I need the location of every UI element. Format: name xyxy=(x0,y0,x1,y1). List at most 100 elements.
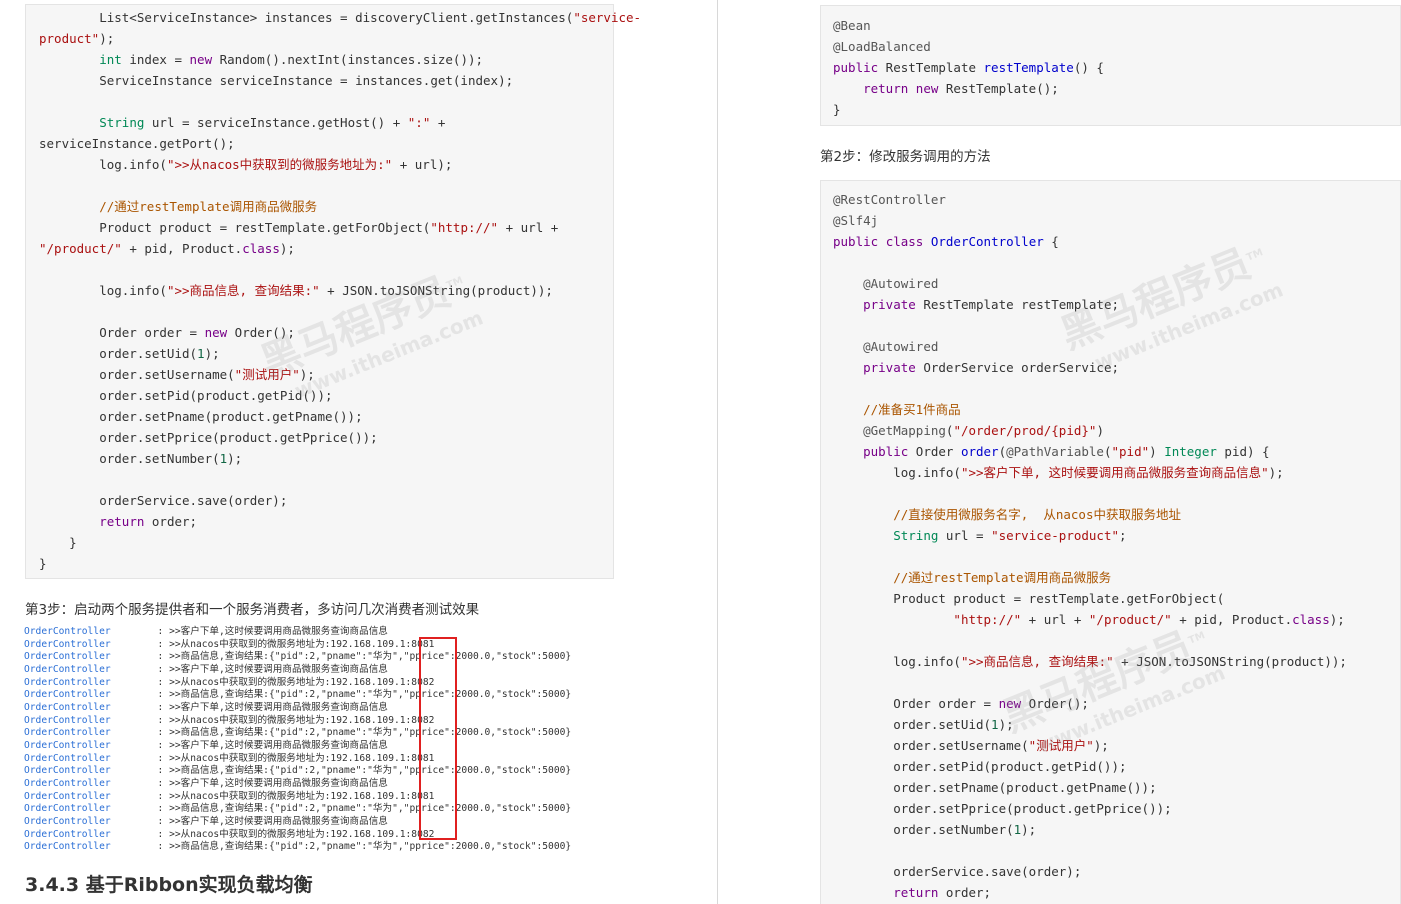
code-line: public class OrderController { xyxy=(833,231,1347,252)
code-token: ); xyxy=(1093,738,1109,753)
code-token: ">>商品信息, 查询结果:" xyxy=(166,283,320,298)
code-token: ( xyxy=(1103,444,1112,459)
code-token: { xyxy=(1043,234,1059,249)
code-token: public xyxy=(833,60,879,75)
code-token: log.info( xyxy=(39,157,167,172)
code-line: Product product = restTemplate.getForObj… xyxy=(833,588,1347,609)
code-token: order.setNumber( xyxy=(833,822,1014,837)
code-line: order.setNumber(1); xyxy=(39,448,641,469)
bean-code-text: @Bean @LoadBalanced public RestTemplate re… xyxy=(833,15,1104,120)
log-message: : >>从nacos中获取到的微服务地址为:192.168.109.1:8082 xyxy=(146,676,435,688)
code-line: public Order order(@PathVariable("pid") … xyxy=(833,441,1347,462)
code-line: orderService.save(order); xyxy=(39,490,641,511)
code-line: order.setPname(product.getPname()); xyxy=(833,777,1347,798)
code-token: Random().nextInt(instances.size()); xyxy=(212,52,484,67)
step3-text: 第3步：启动两个服务提供者和一个服务消费者，多访问几次消费者测试效果 xyxy=(25,602,480,618)
code-token: RestTemplate(); xyxy=(938,81,1059,96)
code-token: "/product/" xyxy=(39,241,122,256)
code-token: //直接使用微服务名字, 从nacos中获取服务地址 xyxy=(893,507,1181,522)
code-token: } xyxy=(833,102,841,117)
code-line: return order; xyxy=(39,511,641,532)
code-token: ); xyxy=(204,346,220,361)
code-token: ; xyxy=(1119,528,1127,543)
code-token: order.setPprice(product.getPprice()); xyxy=(833,801,1172,816)
code-line: return new RestTemplate(); xyxy=(833,78,1104,99)
code-token: } xyxy=(39,556,47,571)
log-logger-name: OrderController xyxy=(24,689,111,701)
code-line: @RestController xyxy=(833,189,1347,210)
code-token: ">>客户下单, 这时候要调用商品微服务查询商品信息" xyxy=(960,465,1269,480)
code-token: order.setPid(product.getPid()); xyxy=(833,759,1127,774)
code-line: Product product = restTemplate.getForObj… xyxy=(39,217,641,238)
code-token: "http://" xyxy=(430,220,499,235)
code-token: ); xyxy=(1021,822,1037,837)
code-line: order.setNumber(1); xyxy=(833,819,1347,840)
log-message: : >>从nacos中获取到的微服务地址为:192.168.109.1:8081 xyxy=(146,790,435,802)
code-token: "/order/prod/{pid}" xyxy=(953,423,1097,438)
code-line: @Bean xyxy=(833,15,1104,36)
code-token: Order order = xyxy=(39,325,205,340)
code-token: @Bean xyxy=(833,18,871,33)
code-line: serviceInstance.getPort(); xyxy=(39,133,641,154)
code-token: new xyxy=(204,325,228,340)
code-token: orderService.save(order); xyxy=(39,493,288,508)
code-line: //直接使用微服务名字, 从nacos中获取服务地址 xyxy=(833,504,1347,525)
log-logger-name: OrderController xyxy=(24,841,111,853)
log-line: OrderController : >>客户下单,这时候要调用商品微服务查询商品… xyxy=(24,816,571,829)
code-line: order.setPname(product.getPname()); xyxy=(39,406,641,427)
console-log-output: OrderController : >>客户下单,这时候要调用商品微服务查询商品… xyxy=(24,626,571,854)
log-message: : >>客户下单,这时候要调用商品微服务查询商品信息 xyxy=(146,626,388,637)
code-token: + url); xyxy=(392,157,453,172)
log-message: : >>商品信息,查询结果:{"pid":2,"pname":"华为","ppr… xyxy=(146,765,572,777)
code-token: } xyxy=(39,535,77,550)
code-token: order.setPname(product.getPname()); xyxy=(833,780,1157,795)
log-logger-name: OrderController xyxy=(24,626,111,637)
log-line: OrderController : >>商品信息,查询结果:{"pid":2,"… xyxy=(24,651,571,664)
code-token: order.setUsername( xyxy=(39,367,235,382)
code-token: class xyxy=(1292,612,1330,627)
code-token: log.info( xyxy=(833,654,961,669)
log-logger-name: OrderController xyxy=(24,828,111,840)
code-token: return xyxy=(893,885,939,900)
log-line: OrderController : >>商品信息,查询结果:{"pid":2,"… xyxy=(24,689,571,702)
code-token: order.setUsername( xyxy=(833,738,1029,753)
code-line: @LoadBalanced xyxy=(833,36,1104,57)
code-token: ":" xyxy=(407,115,431,130)
code-token: Integer xyxy=(1164,444,1217,459)
code-token: //通过restTemplate调用商品微服务 xyxy=(893,570,1112,585)
log-line: OrderController : >>客户下单,这时候要调用商品微服务查询商品… xyxy=(24,702,571,715)
log-logger-name: OrderController xyxy=(24,701,111,713)
code-token: "service- xyxy=(573,10,642,25)
code-token: ) xyxy=(1096,423,1104,438)
log-message: : >>从nacos中获取到的微服务地址为:192.168.109.1:8081 xyxy=(146,638,435,650)
code-token: int xyxy=(99,52,122,67)
code-line: } xyxy=(39,553,641,574)
code-line: //准备买1件商品 xyxy=(833,399,1347,420)
code-token: ); xyxy=(1268,465,1284,480)
code-token: return xyxy=(863,81,909,96)
code-token: List<ServiceInstance> instances = discov… xyxy=(39,10,574,25)
log-line: OrderController : >>商品信息,查询结果:{"pid":2,"… xyxy=(24,727,571,740)
code-token: ); xyxy=(279,241,295,256)
code-token: pid) { xyxy=(1216,444,1270,459)
code-token: + url + xyxy=(1021,612,1089,627)
code-line: } xyxy=(833,99,1104,120)
log-logger-name: OrderController xyxy=(24,815,111,827)
